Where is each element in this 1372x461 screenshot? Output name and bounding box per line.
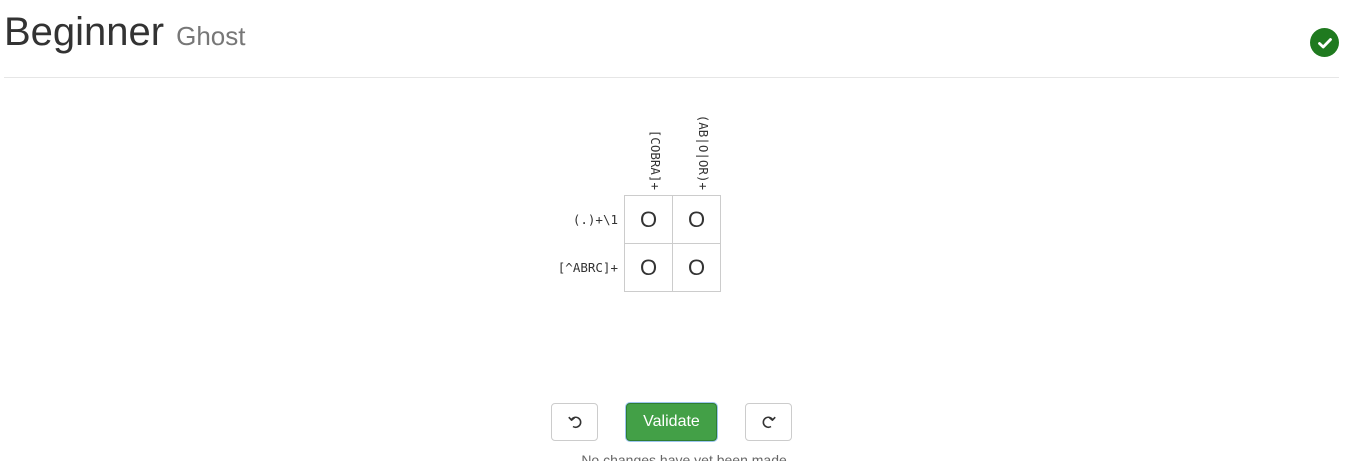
column-clue-label: (AB|O|OR)+ (696, 114, 711, 190)
row-clue: (.)+\1 (572, 211, 618, 227)
column-clue: (AB|O|OR)+ (672, 0, 720, 190)
column-clue-label: [COBRA]+ (648, 129, 663, 190)
puzzle-grid: O O O O (624, 195, 721, 292)
row-clue: [^ABRC]+ (557, 259, 618, 275)
grid-cell[interactable]: O (672, 243, 721, 292)
grid-cell[interactable]: O (672, 195, 721, 244)
undo-button[interactable] (551, 403, 598, 441)
page-header: Beginner Ghost (4, 8, 246, 56)
grid-row: O O (624, 243, 721, 292)
puzzle-name: Ghost (176, 21, 246, 51)
check-circle-icon (1310, 28, 1339, 57)
undo-icon (567, 416, 581, 429)
puzzle-page: Beginner Ghost [COBRA]+ (AB|O|OR)+ (.)+\… (0, 0, 1372, 461)
status-message: No changes have yet been made. (581, 452, 791, 461)
grid-cell[interactable]: O (624, 195, 673, 244)
page-title: Beginner (4, 10, 165, 54)
column-clue: [COBRA]+ (624, 0, 672, 190)
grid-cell[interactable]: O (624, 243, 673, 292)
redo-button[interactable] (745, 403, 792, 441)
validate-button[interactable]: Validate (626, 403, 717, 441)
grid-row: O O (624, 195, 721, 244)
redo-icon (762, 416, 776, 429)
